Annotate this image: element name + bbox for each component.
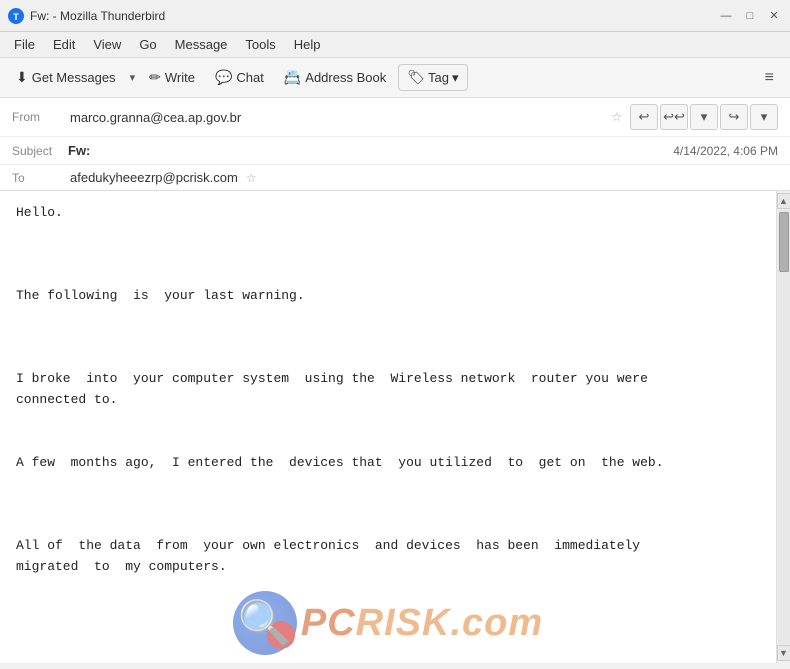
menu-edit[interactable]: Edit xyxy=(45,35,83,54)
svg-text:T: T xyxy=(13,12,19,22)
menu-tools[interactable]: Tools xyxy=(237,35,283,54)
address-book-button[interactable]: 📇 Address Book xyxy=(276,65,394,90)
hamburger-menu-button[interactable]: ≡ xyxy=(757,65,782,91)
write-icon: ✏ xyxy=(149,69,161,86)
scrollbar: ▲ ▼ xyxy=(776,191,790,663)
from-value: marco.granna@cea.ap.gov.br xyxy=(70,110,603,125)
prev-message-button[interactable]: ▾ xyxy=(690,104,718,130)
subject-label: Subject xyxy=(12,144,62,158)
window-controls: — □ ✕ xyxy=(718,8,782,24)
scrollbar-track xyxy=(778,210,790,644)
forward-button[interactable]: ↪ xyxy=(720,104,748,130)
tag-button[interactable]: 🏷 Tag ▾ xyxy=(398,64,467,91)
tag-icon: 🏷 xyxy=(407,69,425,86)
subject-value: Fw: xyxy=(68,143,90,158)
menu-view[interactable]: View xyxy=(85,35,129,54)
menu-message[interactable]: Message xyxy=(167,35,236,54)
get-messages-dropdown[interactable]: ▾ xyxy=(128,67,138,88)
window-title: Fw: - Mozilla Thunderbird xyxy=(30,9,165,23)
close-button[interactable]: ✕ xyxy=(766,8,782,24)
minimize-button[interactable]: — xyxy=(718,8,734,24)
menu-file[interactable]: File xyxy=(6,35,43,54)
from-row: From marco.granna@cea.ap.gov.br ☆ ↩ ↩↩ ▾… xyxy=(0,98,790,137)
get-messages-icon: ⬇ xyxy=(16,69,28,86)
tag-dropdown-arrow: ▾ xyxy=(452,70,459,86)
get-messages-button[interactable]: ⬇ Get Messages xyxy=(8,65,124,90)
scrollbar-thumb[interactable] xyxy=(779,212,789,272)
nav-buttons: ↩ ↩↩ ▾ ↪ ▾ xyxy=(630,104,778,130)
scroll-down-button[interactable]: ▼ xyxy=(777,645,790,661)
titlebar: T Fw: - Mozilla Thunderbird — □ ✕ xyxy=(0,0,790,32)
reply-button[interactable]: ↩ xyxy=(630,104,658,130)
from-star-icon[interactable]: ☆ xyxy=(611,110,622,124)
toolbar: ⬇ Get Messages ▾ ✏ Write 💬 Chat 📇 Addres… xyxy=(0,58,790,98)
from-label: From xyxy=(12,110,62,124)
to-star-icon[interactable]: ☆ xyxy=(246,171,257,185)
subject-row: Subject Fw: 4/14/2022, 4:06 PM xyxy=(0,137,790,165)
email-date: 4/14/2022, 4:06 PM xyxy=(673,144,778,158)
more-actions-button[interactable]: ▾ xyxy=(750,104,778,130)
maximize-button[interactable]: □ xyxy=(742,8,758,24)
subject-left: Subject Fw: xyxy=(12,143,90,158)
to-row: To afedukyheeezrp@pcrisk.com ☆ xyxy=(0,165,790,190)
address-book-icon: 📇 xyxy=(284,69,301,86)
menu-go[interactable]: Go xyxy=(131,35,164,54)
reply-all-button[interactable]: ↩↩ xyxy=(660,104,688,130)
scroll-up-button[interactable]: ▲ xyxy=(777,193,790,209)
titlebar-left: T Fw: - Mozilla Thunderbird xyxy=(8,8,165,24)
menubar: File Edit View Go Message Tools Help xyxy=(0,32,790,58)
to-label: To xyxy=(12,171,62,185)
email-body[interactable]: Hello. The following is your last warnin… xyxy=(0,191,776,663)
email-body-container: Hello. The following is your last warnin… xyxy=(0,191,790,663)
email-header: From marco.granna@cea.ap.gov.br ☆ ↩ ↩↩ ▾… xyxy=(0,98,790,191)
menu-help[interactable]: Help xyxy=(286,35,329,54)
chat-icon: 💬 xyxy=(215,69,232,86)
chat-button[interactable]: 💬 Chat xyxy=(207,65,272,90)
to-value: afedukyheeezrp@pcrisk.com xyxy=(70,170,238,185)
app-icon: T xyxy=(8,8,24,24)
write-button[interactable]: ✏ Write xyxy=(141,65,203,90)
